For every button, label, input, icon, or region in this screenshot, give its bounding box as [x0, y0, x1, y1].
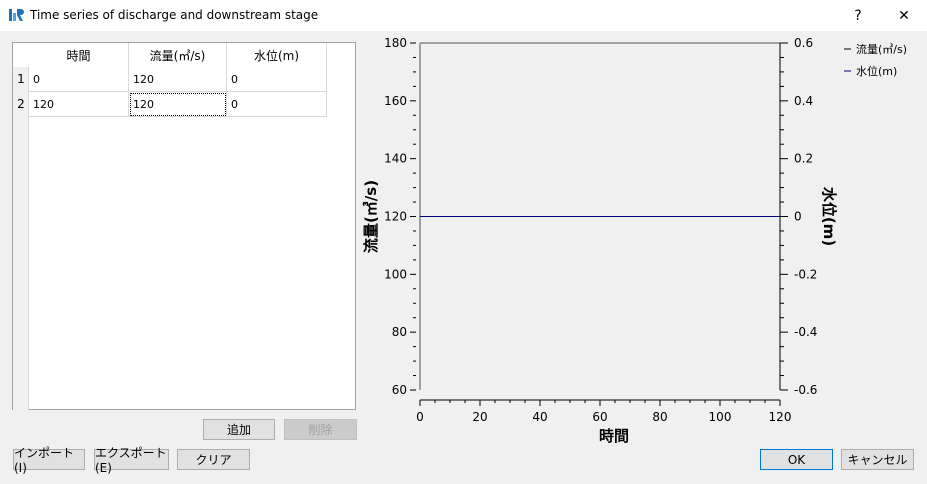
- y-tick-label: 180: [384, 36, 407, 50]
- y2-tick-label: 0.4: [794, 94, 813, 108]
- y-axis-title: 流量(㎥/s): [362, 180, 380, 253]
- y2-tick-label: 0.6: [794, 36, 813, 50]
- y2-axis-title: 水位(m): [820, 187, 838, 246]
- column-header-stage[interactable]: 水位(m): [227, 43, 327, 67]
- x-axis-title: 時間: [599, 427, 629, 444]
- row-header-2[interactable]: 2: [13, 92, 29, 117]
- add-button[interactable]: 追加: [203, 419, 275, 440]
- help-button[interactable]: ?: [835, 0, 881, 31]
- table-cell[interactable]: 0: [227, 92, 327, 117]
- window-title: Time series of discharge and downstream …: [30, 8, 319, 22]
- y2-tick-label: 0.2: [794, 152, 813, 166]
- import-button[interactable]: インポート(I): [13, 446, 85, 475]
- row-header-1[interactable]: 1: [13, 67, 29, 92]
- x-tick-label: 60: [592, 410, 607, 424]
- table-cell[interactable]: 120: [29, 92, 129, 117]
- y2-tick-label: 0: [794, 210, 802, 224]
- iric-logo-icon: [9, 9, 24, 21]
- row-header-strip: [13, 67, 29, 410]
- y-tick-label: 80: [392, 325, 407, 339]
- table-cell[interactable]: 0: [227, 67, 327, 92]
- x-tick-label: 40: [532, 410, 547, 424]
- y-tick-label: 160: [384, 94, 407, 108]
- title-bar: Time series of discharge and downstream …: [0, 0, 927, 31]
- x-tick-label: 120: [769, 410, 792, 424]
- y2-tick-label: -0.2: [794, 267, 817, 281]
- time-series-chart: 0 20 40 60 80 100 120 60 80 100 120 140 160 180 -0.6 -0…: [362, 36, 907, 444]
- y-tick-label: 140: [384, 152, 407, 166]
- close-button[interactable]: ✕: [881, 0, 927, 31]
- column-header-time[interactable]: 時間: [29, 43, 129, 67]
- x-tick-label: 20: [472, 410, 487, 424]
- table-corner: [13, 43, 29, 67]
- y-tick-label: 100: [384, 267, 407, 281]
- clear-button[interactable]: クリア: [177, 449, 250, 470]
- y2-tick-label: -0.6: [794, 383, 817, 397]
- data-table[interactable]: 時間 流量(㎥/s) 水位(m) 1 0 120 0 2 120 120 0: [12, 42, 356, 410]
- cancel-button[interactable]: キャンセル: [841, 449, 914, 470]
- export-button[interactable]: エクスポート(E): [94, 446, 169, 475]
- table-cell[interactable]: 120: [129, 92, 227, 117]
- column-header-discharge[interactable]: 流量(㎥/s): [129, 43, 227, 67]
- x-tick-label: 80: [652, 410, 667, 424]
- legend-label-1: 水位(m): [856, 64, 897, 78]
- delete-button[interactable]: 削除: [284, 419, 357, 440]
- table-cell[interactable]: 120: [129, 67, 227, 92]
- x-tick-label: 0: [416, 410, 424, 424]
- legend-label-0: 流量(㎥/s): [856, 42, 907, 56]
- table-cell[interactable]: 0: [29, 67, 129, 92]
- x-tick-label: 100: [709, 410, 732, 424]
- ok-button[interactable]: OK: [760, 449, 833, 470]
- y-tick-label: 60: [392, 383, 407, 397]
- y-tick-label: 120: [384, 210, 407, 224]
- y2-tick-label: -0.4: [794, 325, 817, 339]
